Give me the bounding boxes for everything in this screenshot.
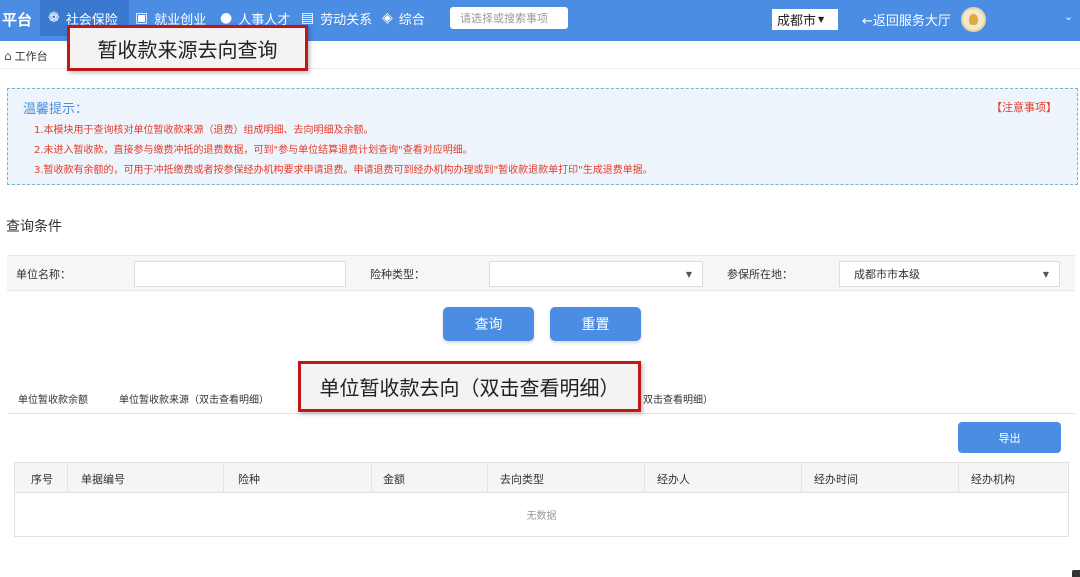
notice-link[interactable]: 【注意事项】 [991,99,1057,115]
dropdown-arrow-icon: ▼ [685,270,692,279]
tip-line-1: 1.本模块用于查询核对单位暂收款来源（退费）组成明细、去向明细及余额。 [34,125,374,136]
results-table: 序号 单据编号 险种 金额 去向类型 经办人 经办时间 经办机构 无数据 [14,462,1069,537]
column-header-handle-time: 经办时间 [814,473,858,486]
location-select[interactable]: 成都市市本级 ▼ [839,261,1060,287]
avatar-figure-icon [969,14,978,25]
nav-item-labor-relations[interactable]: ▤ 劳动关系 [301,0,372,36]
column-divider [958,463,959,493]
city-label: 成都市 [777,14,817,29]
reset-button[interactable]: 重置 [550,307,641,341]
column-divider [223,463,224,493]
column-header-index: 序号 [31,473,53,486]
avatar[interactable] [961,7,986,32]
column-divider [487,463,488,493]
empty-state-text: 无数据 [526,511,557,522]
search-button[interactable]: 查询 [443,307,534,341]
nav-item-label: 劳动关系 [320,12,373,28]
tab-divider [7,413,1075,414]
location-value: 成都市市本级 [854,268,920,281]
tips-panel: 温馨提示： 【注意事项】 1.本模块用于查询核对单位暂收款来源（退费）组成明细、… [7,88,1078,185]
location-label: 参保所在地： [727,268,793,281]
query-section-title: 查询条件 [6,219,62,235]
city-selector[interactable]: 成都市 ▼ [772,9,838,30]
nav-item-general[interactable]: ◈ 综合 [382,0,425,36]
column-header-insurance: 险种 [238,473,260,486]
tab-destination-partial[interactable]: 双击查看明细） [643,391,713,406]
column-header-doc-number: 单据编号 [81,473,125,486]
column-divider [371,463,372,493]
tip-line-2: 2.未进入暂收款，直接参与缴费冲抵的退费数据，可到"参与单位结算退费计划查询"查… [34,145,473,156]
breadcrumb[interactable]: ⌂ 工作台 [4,48,48,64]
column-header-amount: 金额 [383,473,405,486]
column-divider [67,463,68,493]
column-divider [801,463,802,493]
insurance-type-label: 险种类型： [370,268,425,281]
tab-balance[interactable]: 单位暂收款余额 [18,391,88,406]
column-divider [644,463,645,493]
annotation-callout-title: 暂收款来源去向查询 [67,25,308,71]
briefcase-icon: ▣ [135,10,149,26]
back-to-hall-link[interactable]: ←返回服务大厅 [862,10,951,29]
person-icon: ● [220,10,233,26]
brand-title: 平台 [2,11,33,29]
page-root: 平台 ❁ 社会保险 ▣ 就业创业 ● 人事人才 ▤ 劳动关系 ◈ 综合 请选择或… [0,0,1080,577]
tip-line-3: 3.暂收款有余额的，可用于冲抵缴费或者按参保经办机构要求申请退费。申请退费可到经… [34,165,653,176]
tips-title: 温馨提示： [23,102,89,117]
insurance-type-select[interactable]: ▼ [489,261,703,287]
annotation-callout-destination: 单位暂收款去向（双击查看明细） [298,361,641,412]
layers-icon: ◈ [382,10,393,26]
corner-marker [1072,570,1080,577]
nav-item-label: 综合 [398,12,425,28]
column-header-handler: 经办人 [657,473,690,486]
query-form-row: 单位名称： 险种类型： ▼ 参保所在地： 成都市市本级 ▼ [7,255,1075,291]
column-header-handle-agency: 经办机构 [971,473,1015,486]
dropdown-arrow-icon: ▼ [1042,270,1049,279]
home-icon: ⌂ [4,49,12,63]
column-header-destination-type: 去向类型 [500,473,544,486]
tab-source[interactable]: 单位暂收款来源（双击查看明细） [119,391,269,406]
search-input[interactable]: 请选择或搜索事项 [450,7,568,29]
breadcrumb-home-label: 工作台 [14,50,48,63]
table-header: 序号 单据编号 险种 金额 去向类型 经办人 经办时间 经办机构 [15,463,1068,493]
export-button[interactable]: 导出 [958,422,1061,453]
document-icon: ▤ [301,10,315,26]
hands-icon: ❁ [48,10,60,26]
chevron-down-icon[interactable]: ⌄ [1064,10,1073,23]
caret-down-icon: ▼ [818,15,825,24]
unit-name-input[interactable] [134,261,346,287]
unit-name-label: 单位名称： [16,268,71,281]
